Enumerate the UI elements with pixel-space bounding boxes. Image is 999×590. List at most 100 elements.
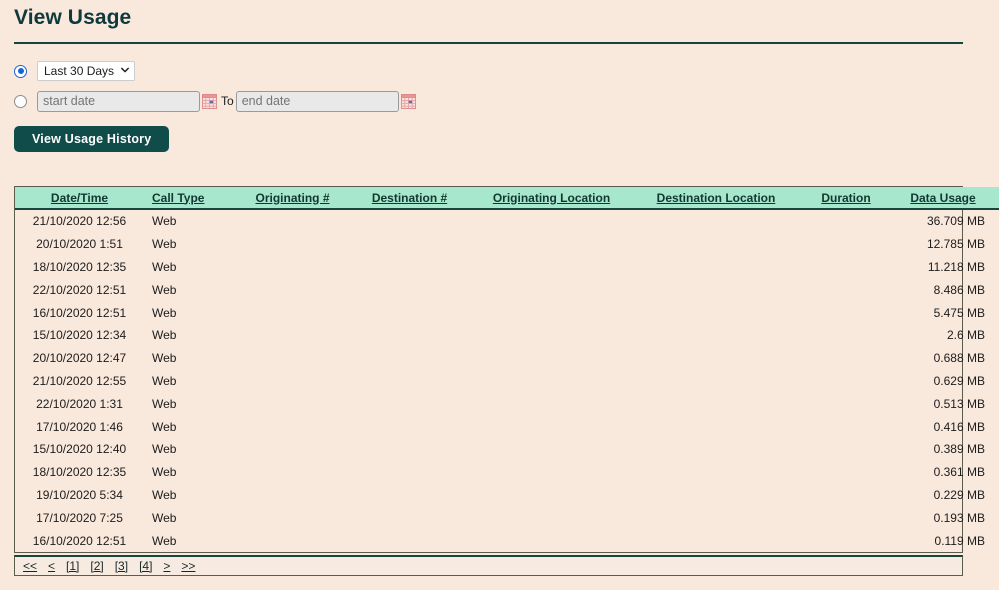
pagination-link-7[interactable]: >> (181, 559, 195, 573)
radio-custom-range[interactable] (14, 94, 27, 108)
column-header-destination-number[interactable]: Destination # (349, 187, 470, 210)
cell-destination-location (633, 529, 799, 552)
sort-link-date-time[interactable]: Date/Time (51, 191, 108, 205)
custom-range-row: To (14, 88, 614, 114)
cell-data-usage: 0.389 MB (933, 442, 985, 457)
cell-date-time: 21/10/2020 12:55 (32, 373, 127, 388)
column-header-data-usage[interactable]: Data Usage (893, 187, 993, 210)
cell-originating-number (236, 461, 349, 484)
pagination-link-4[interactable]: [3] (115, 559, 128, 573)
sort-link-call-type[interactable]: Call Type (152, 191, 204, 205)
sort-link-destination-location[interactable]: Destination Location (657, 191, 776, 205)
cell-destination-location (633, 392, 799, 415)
cell-usage-type: MB (993, 370, 999, 393)
table-row: 17/10/2020 7:25Web0.193 MBMB$0.00 (15, 506, 999, 529)
table-row: 18/10/2020 12:35Web0.361 MBMB$0.00 (15, 461, 999, 484)
start-date-input[interactable] (37, 90, 200, 112)
cell-originating-location (470, 209, 633, 233)
cell-duration (799, 438, 893, 461)
sort-link-originating-number[interactable]: Originating # (255, 191, 329, 205)
cell-originating-location (470, 233, 633, 256)
title-divider (14, 42, 963, 44)
start-date-calendar-icon[interactable] (202, 93, 217, 109)
date-range-select[interactable]: Last 30 Days (37, 61, 136, 81)
cell-call-type: Web (152, 442, 177, 457)
sort-link-data-usage[interactable]: Data Usage (910, 191, 975, 205)
column-header-duration[interactable]: Duration (799, 187, 893, 210)
usage-table: Date/Time Call Type Originating # Destin… (15, 187, 999, 552)
cell-originating-number (236, 233, 349, 256)
to-label: To (221, 94, 234, 108)
column-header-destination-location[interactable]: Destination Location (633, 187, 799, 210)
column-header-originating-location[interactable]: Originating Location (470, 187, 633, 210)
cell-originating-number (236, 256, 349, 279)
cell-usage-type: MB (993, 256, 999, 279)
cell-originating-number (236, 506, 349, 529)
cell-duration (799, 278, 893, 301)
table-row: 15/10/2020 12:40Web0.389 MBMB$0.00 (15, 438, 999, 461)
view-usage-history-button[interactable]: View Usage History (14, 126, 170, 152)
sort-link-duration[interactable]: Duration (821, 191, 870, 205)
cell-data-usage: 0.229 MB (933, 487, 985, 502)
cell-originating-location (470, 324, 633, 347)
column-header-originating-number[interactable]: Originating # (236, 187, 349, 210)
pagination-link-1[interactable]: < (48, 559, 55, 573)
cell-destination-number (349, 484, 470, 507)
cell-date-time: 18/10/2020 12:35 (32, 259, 127, 274)
cell-data-usage: 0.513 MB (933, 396, 985, 411)
cell-duration (799, 484, 893, 507)
cell-duration (799, 461, 893, 484)
column-header-usage-type[interactable]: Usage Type (993, 187, 999, 210)
usage-table-body: 21/10/2020 12:56Web36.709 MBMB$0.0020/10… (15, 209, 999, 552)
cell-duration (799, 347, 893, 370)
cell-usage-type: MB (993, 233, 999, 256)
date-range-select-value: Last 30 Days (44, 64, 115, 78)
page-title: View Usage (14, 6, 132, 29)
cell-originating-location (470, 506, 633, 529)
cell-call-type: Web (152, 510, 177, 525)
pagination-link-6[interactable]: > (163, 559, 170, 573)
cell-call-type: Web (152, 465, 177, 480)
cell-call-type: Web (152, 533, 177, 548)
cell-date-time: 21/10/2020 12:56 (32, 214, 127, 229)
cell-usage-type: MB (993, 347, 999, 370)
table-row: 22/10/2020 1:31Web0.513 MBMB$0.00 (15, 392, 999, 415)
usage-table-container: Date/Time Call Type Originating # Destin… (14, 186, 999, 553)
sort-link-destination-number[interactable]: Destination # (372, 191, 447, 205)
usage-table-head: Date/Time Call Type Originating # Destin… (15, 187, 999, 210)
pagination-link-0[interactable]: << (23, 559, 37, 573)
cell-originating-location (470, 370, 633, 393)
cell-usage-type: MB (993, 484, 999, 507)
radio-preset-range[interactable] (14, 64, 27, 78)
usage-filter-panel: Last 30 Days start date To end date View… (14, 58, 614, 152)
column-header-call-type[interactable]: Call Type (144, 187, 236, 210)
pagination-link-3[interactable]: [2] (90, 559, 103, 573)
preset-range-row: Last 30 Days (14, 58, 614, 84)
cell-destination-location (633, 347, 799, 370)
cell-call-type: Web (152, 373, 177, 388)
column-header-date-time[interactable]: Date/Time (15, 187, 144, 210)
cell-data-usage: 0.119 MB (934, 533, 985, 548)
cell-destination-location (633, 438, 799, 461)
cell-originating-location (470, 347, 633, 370)
end-date-calendar-icon[interactable] (400, 93, 416, 109)
pagination-link-5[interactable]: [4] (139, 559, 152, 573)
cell-originating-number (236, 301, 349, 324)
cell-usage-type: MB (993, 324, 999, 347)
cell-originating-location (470, 301, 633, 324)
table-row: 16/10/2020 12:51Web5.475 MBMB$0.00 (15, 301, 999, 324)
cell-call-type: Web (152, 419, 177, 434)
cell-duration (799, 370, 893, 393)
cell-duration (799, 529, 893, 552)
cell-originating-number (236, 324, 349, 347)
cell-destination-number (349, 461, 470, 484)
cell-date-time: 17/10/2020 1:46 (36, 419, 123, 434)
end-date-input[interactable] (235, 90, 399, 112)
cell-data-usage: 0.193 MB (933, 510, 985, 525)
pagination-link-2[interactable]: [1] (66, 559, 79, 573)
sort-link-originating-location[interactable]: Originating Location (493, 191, 610, 205)
cell-destination-number (349, 209, 470, 233)
cell-date-time: 20/10/2020 1:51 (36, 237, 123, 252)
cell-originating-number (236, 370, 349, 393)
cell-duration (799, 324, 893, 347)
